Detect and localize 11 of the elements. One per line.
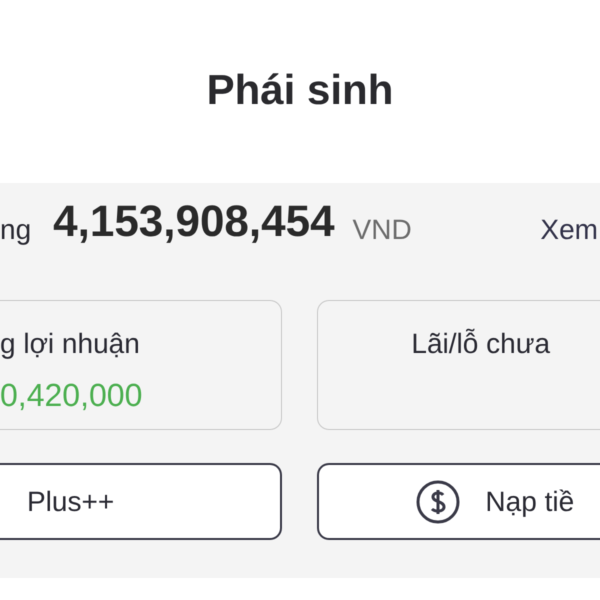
page-title: Phái sinh	[206, 65, 394, 115]
currency-label: VND	[352, 213, 412, 247]
balance-amount: 4,153,908,454	[53, 196, 335, 248]
card-label: Lãi/lỗ chưa	[411, 327, 552, 361]
plus-button[interactable]: Plus++	[0, 463, 282, 540]
deposit-button[interactable]: Nạp tiề	[317, 463, 600, 540]
view-link[interactable]: Xem	[540, 209, 598, 251]
card-value: 0,420,000	[0, 376, 144, 415]
card-label: g lợi nhuận	[0, 327, 141, 361]
dollar-icon	[415, 478, 462, 524]
balance-label: ng	[0, 213, 32, 247]
